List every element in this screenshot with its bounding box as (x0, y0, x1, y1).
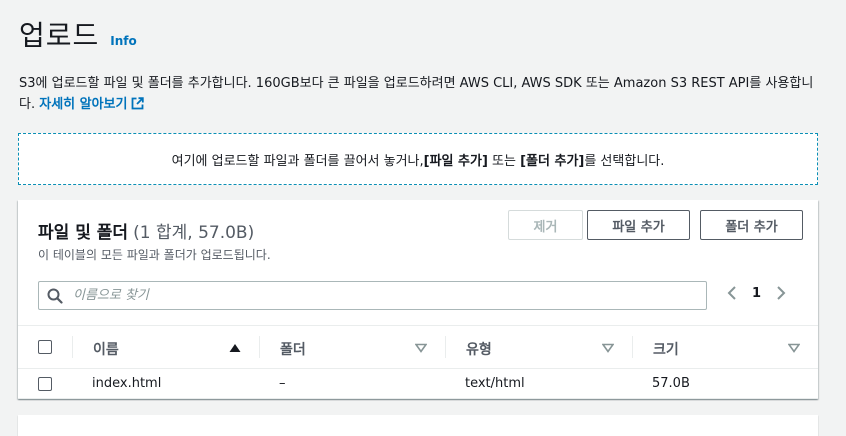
dropzone-text-before: 여기에 업로드할 파일과 폴더를 끌어서 놓거나, (171, 153, 424, 169)
column-header-name[interactable]: 이름 (93, 339, 119, 359)
files-panel-subtitle: 이 테이블의 모든 파일과 폴더가 업로드됩니다. (38, 248, 271, 262)
column-divider (72, 336, 73, 358)
page-number[interactable]: 1 (752, 286, 761, 301)
files-panel-count: (1 합계, 57.0B) (133, 223, 255, 243)
table-row: index.html – text/html 57.0B (18, 369, 818, 399)
add-folder-button[interactable]: 폴더 추가 (700, 210, 803, 240)
search-icon (47, 288, 63, 304)
search-input[interactable] (73, 288, 673, 303)
chevron-right-icon[interactable] (775, 285, 787, 301)
sort-icon[interactable] (415, 343, 427, 353)
column-divider (259, 336, 260, 358)
column-header-folder[interactable]: 폴더 (280, 339, 306, 359)
column-divider (445, 336, 446, 358)
cell-folder: – (279, 376, 286, 391)
files-panel: 파일 및 폴더 (1 합계, 57.0B) 이 테이블의 모든 파일과 폴더가 … (18, 200, 818, 399)
learn-more-link[interactable]: 자세히 알아보기 (39, 97, 145, 112)
table-header: 이름 폴더 유형 크기 (18, 325, 818, 369)
files-panel-header: 파일 및 폴더 (1 합계, 57.0B) (38, 218, 254, 243)
destination-panel-title: 대상 (38, 431, 69, 436)
external-link-icon (132, 97, 145, 110)
column-divider (632, 336, 633, 358)
files-table: 이름 폴더 유형 크기 index.html – text/html 57.0B (18, 325, 818, 399)
dropzone-add-folder: [폴더 추가] (520, 153, 585, 169)
dropzone-text-after: 를 선택합니다. (584, 153, 665, 169)
sort-ascending-icon[interactable] (229, 343, 241, 353)
page-description: S3에 업로드할 파일 및 폴더를 추가합니다. 160GB보다 큰 파일을 업… (19, 73, 829, 115)
cell-name: index.html (92, 376, 162, 391)
sort-icon[interactable] (788, 343, 800, 353)
column-header-type[interactable]: 유형 (466, 339, 492, 359)
sort-icon[interactable] (602, 343, 614, 353)
cell-size: 57.0B (652, 376, 690, 391)
add-files-button[interactable]: 파일 추가 (587, 210, 690, 240)
select-all-checkbox[interactable] (38, 340, 52, 354)
row-checkbox[interactable] (38, 377, 52, 391)
learn-more-label: 자세히 알아보기 (39, 97, 128, 112)
info-link[interactable]: Info (110, 34, 136, 48)
dropzone-add-files: [파일 추가] (423, 153, 488, 169)
cell-type: text/html (465, 376, 525, 391)
remove-button[interactable]: 제거 (508, 210, 583, 240)
column-header-size[interactable]: 크기 (653, 339, 679, 359)
search-box[interactable] (38, 281, 707, 310)
pagination: 1 (726, 285, 787, 301)
files-panel-title: 파일 및 폴더 (38, 223, 129, 243)
page-title: 업로드 (19, 19, 100, 52)
title-row: 업로드 Info (19, 14, 137, 54)
upload-dropzone[interactable]: 여기에 업로드할 파일과 폴더를 끌어서 놓거나, [파일 추가] 또는 [폴더… (18, 133, 818, 185)
dropzone-text-middle: 또는 (487, 153, 521, 169)
chevron-left-icon[interactable] (726, 285, 738, 301)
destination-panel: 대상 (18, 415, 818, 436)
